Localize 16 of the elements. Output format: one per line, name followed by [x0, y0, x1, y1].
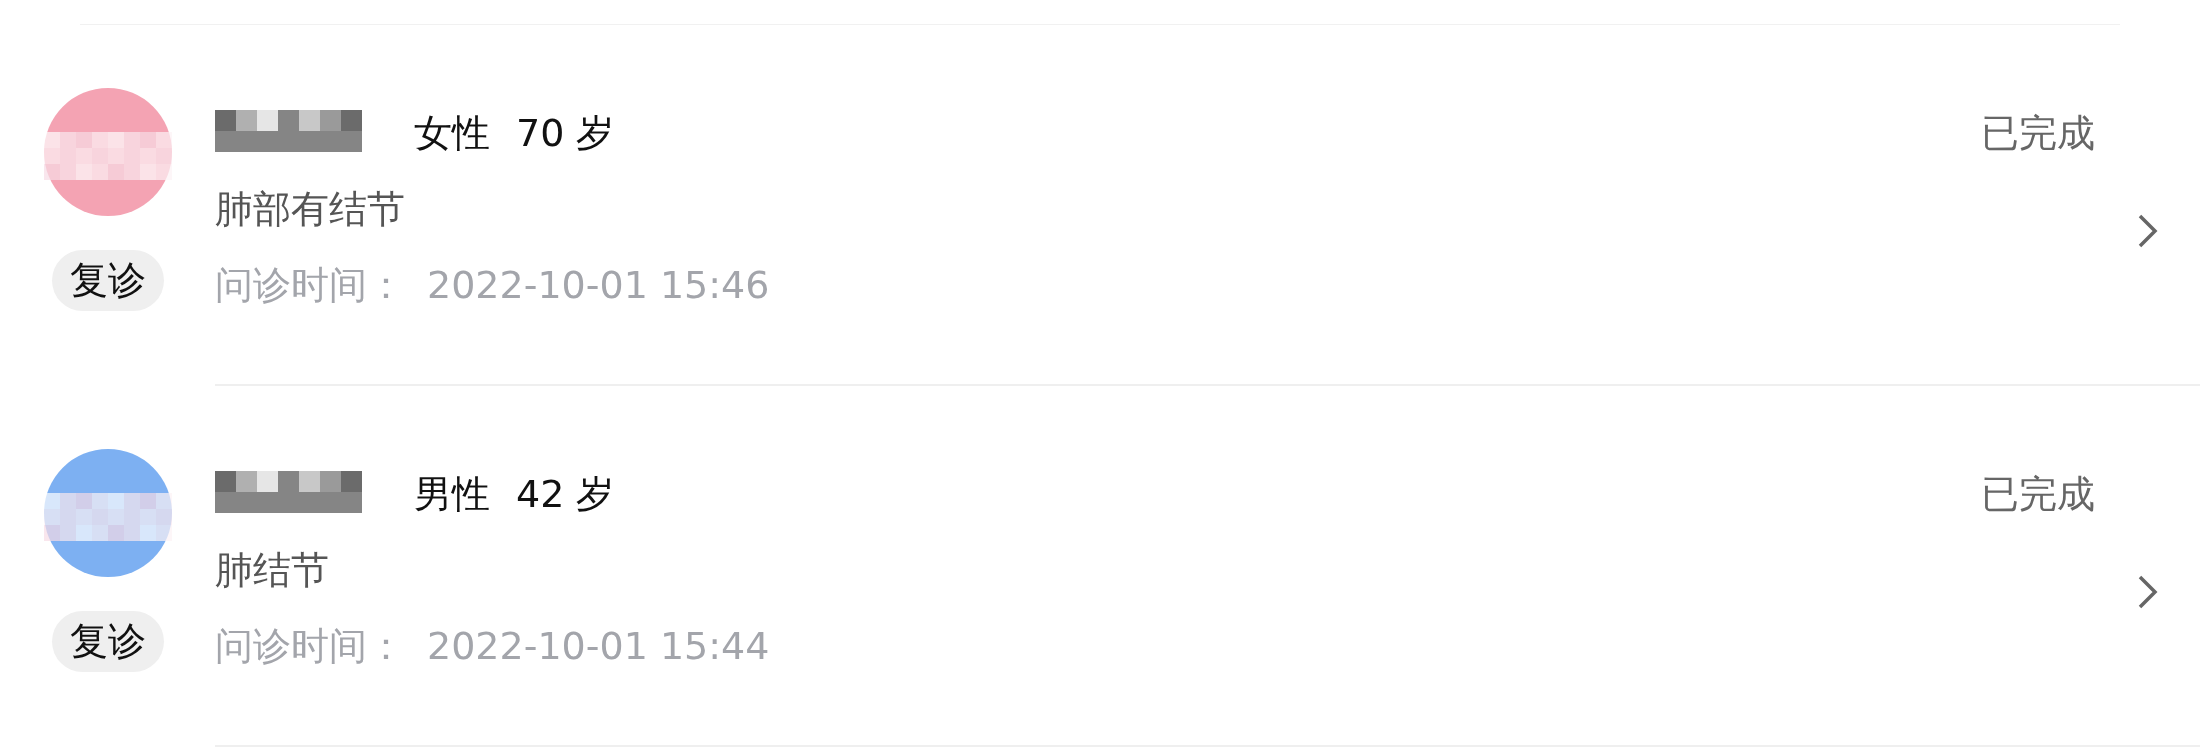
patient-gender: 女性: [414, 110, 490, 157]
visit-type-tag: 复诊: [51, 611, 164, 672]
consultation-time: 2022-10-01 15:46: [427, 262, 770, 309]
diagnosis-text: 肺部有结节: [215, 187, 405, 231]
patient-age: 42 岁: [516, 471, 615, 518]
consultation-time-label: 问诊时间：: [215, 262, 405, 309]
status-text: 已完成: [1981, 110, 2095, 157]
status-text: 已完成: [1981, 471, 2095, 518]
chevron-right-icon[interactable]: [2136, 213, 2159, 249]
visit-type-tag: 复诊: [51, 250, 164, 311]
diagnosis-text: 肺结节: [215, 548, 329, 592]
patient-gender: 男性: [414, 471, 490, 518]
patient-age: 70 岁: [516, 110, 615, 157]
consultation-time-label: 问诊时间：: [215, 623, 405, 670]
chevron-right-icon[interactable]: [2136, 574, 2159, 610]
consultation-time: 2022-10-01 15:44: [427, 623, 770, 670]
